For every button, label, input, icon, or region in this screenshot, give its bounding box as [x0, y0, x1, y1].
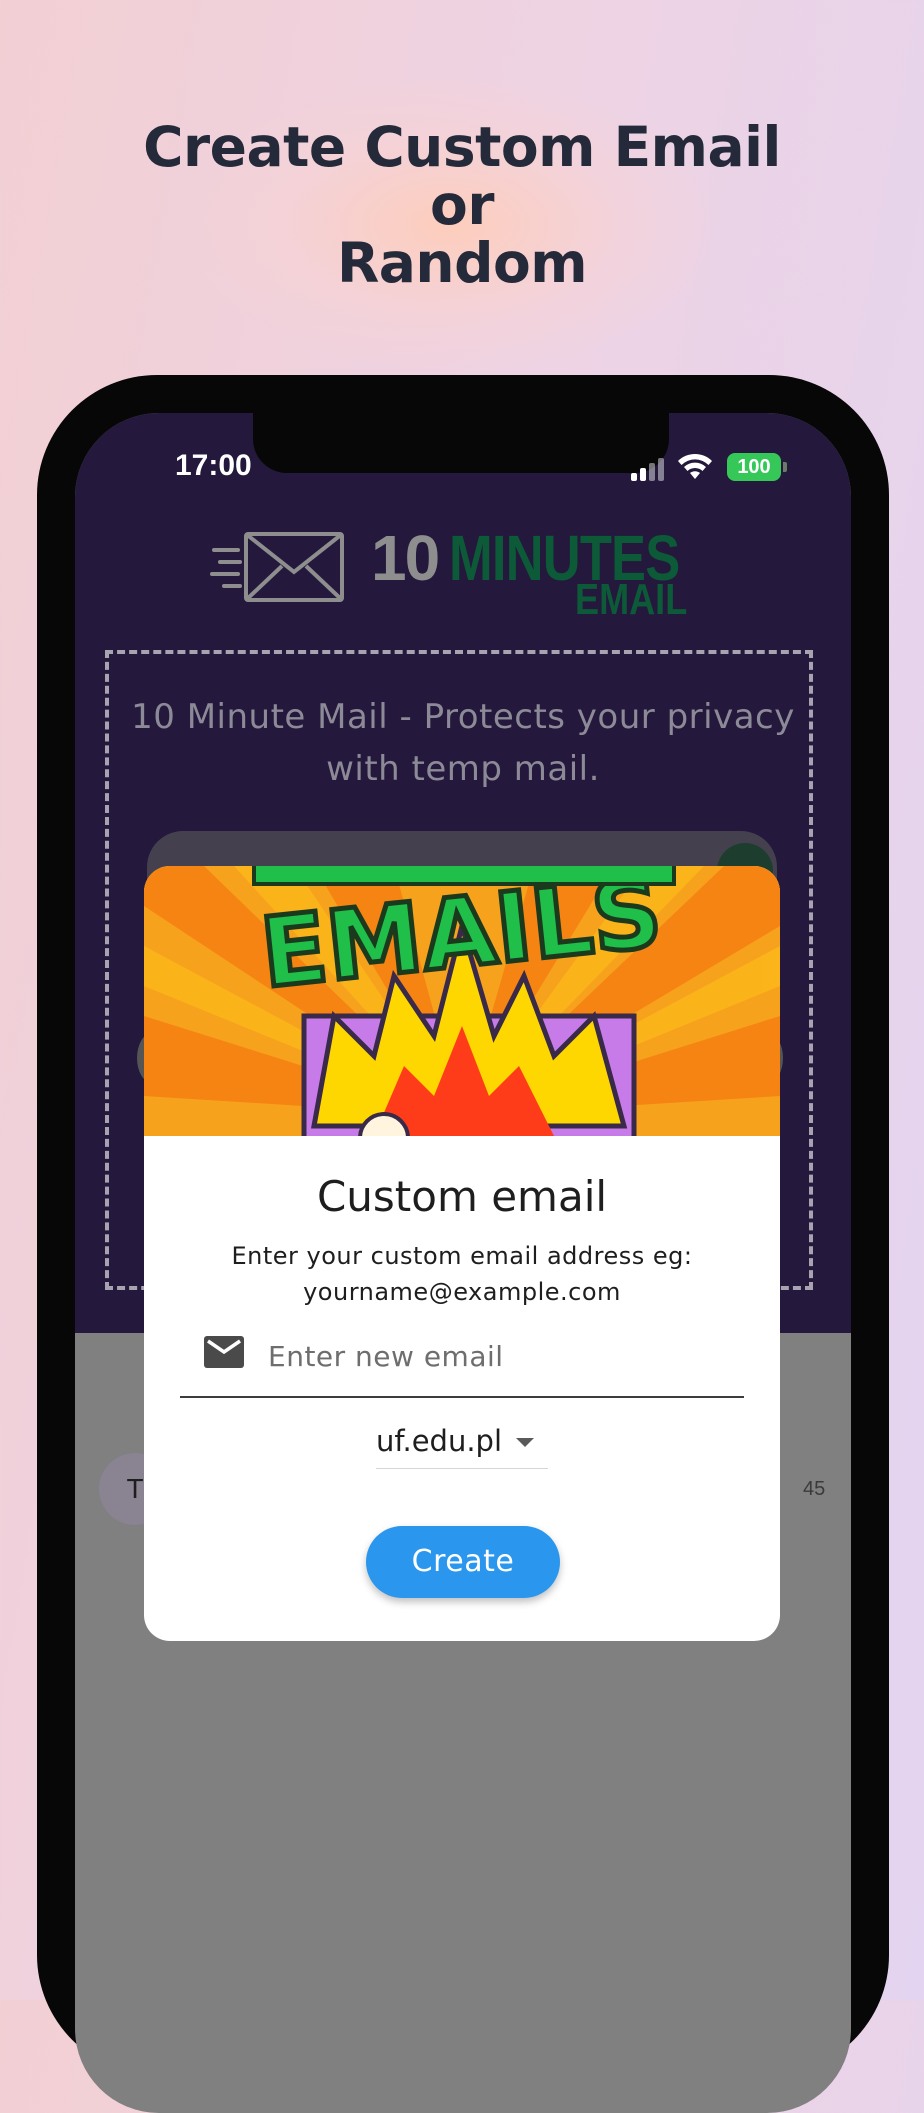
headline-line-1: Create Custom Email [143, 115, 781, 179]
dialog-description: Enter your custom email address eg: your… [231, 1242, 693, 1306]
phone-notch [253, 413, 669, 473]
mail-icon [204, 1336, 244, 1368]
domain-dropdown[interactable]: uf.edu.pl [376, 1418, 548, 1469]
inbox-message-time: 45 [803, 1478, 826, 1500]
battery-indicator: 100 [727, 453, 781, 481]
promo-headline: Create Custom Email or Random [0, 118, 924, 292]
promo-banner-image: EMAILS [144, 866, 780, 1136]
headline-line-2: or [430, 173, 494, 237]
logo-email: EMAIL [575, 575, 688, 624]
email-input-underline [180, 1396, 744, 1398]
chevron-down-icon [516, 1438, 534, 1447]
headline-line-3: Random [336, 231, 588, 295]
status-time: 17:00 [175, 449, 252, 482]
cellular-signal-icon [631, 457, 671, 481]
dialog-title: Custom email [316, 1172, 608, 1221]
logo-number: 10 [371, 522, 440, 594]
custom-email-dialog: EMAILS Custom email Enter your custom em… [144, 866, 780, 1641]
envelope-logo-icon [210, 532, 344, 602]
custom-email-input[interactable] [266, 1330, 710, 1382]
create-button[interactable]: Create [366, 1526, 560, 1598]
app-tagline: 10 Minute Mail - Protects your privacy w… [131, 697, 795, 789]
domain-selected-value: uf.edu.pl [376, 1424, 503, 1458]
battery-tip [783, 462, 787, 472]
wifi-icon [678, 453, 712, 479]
